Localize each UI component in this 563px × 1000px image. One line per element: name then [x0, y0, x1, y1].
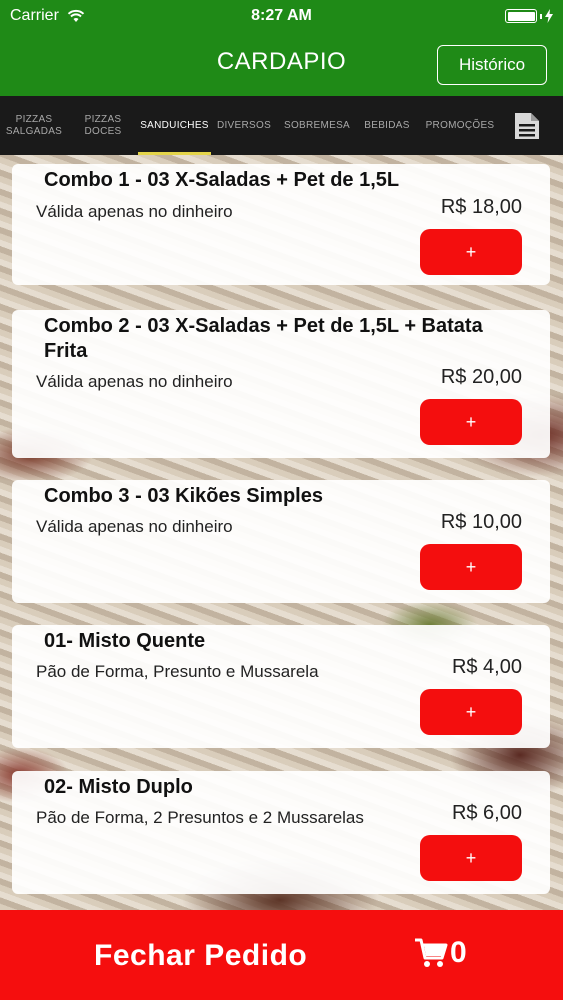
tab-sanduiches[interactable]: SANDUICHES	[138, 96, 211, 155]
product-description: Pão de Forma, 2 Presuntos e 2 Mussarelas	[36, 808, 364, 827]
tab-pizzas-doces[interactable]: PIZZAS DOCES	[68, 96, 138, 155]
product-title: Combo 3 - 03 Kikões Simples	[44, 485, 323, 507]
add-to-cart-button[interactable]: +	[420, 399, 522, 445]
status-bar: Carrier 8:27 AM	[0, 0, 563, 32]
product-card: Combo 2 - 03 X-Saladas + Pet de 1,5L + B…	[12, 310, 550, 458]
product-card: 02- Misto Duplo Pão de Forma, 2 Presunto…	[12, 771, 550, 894]
add-to-cart-button[interactable]: +	[420, 544, 522, 590]
product-description: Válida apenas no dinheiro	[36, 517, 233, 536]
product-price: R$ 20,00	[440, 366, 522, 388]
battery-indicator	[505, 9, 553, 23]
tab-diversos[interactable]: DIVERSOS	[211, 96, 277, 155]
add-to-cart-button[interactable]: +	[420, 835, 522, 881]
product-card: Combo 1 - 03 X-Saladas + Pet de 1,5L Vál…	[12, 164, 550, 285]
product-price: R$ 4,00	[451, 656, 522, 678]
history-button[interactable]: Histórico	[437, 45, 547, 85]
add-to-cart-button[interactable]: +	[420, 229, 522, 275]
tab-bebidas[interactable]: BEBIDAS	[357, 96, 417, 155]
cart-summary[interactable]: 0	[414, 936, 467, 970]
product-description: Válida apenas no dinheiro	[36, 202, 233, 221]
product-title: Combo 1 - 03 X-Saladas + Pet de 1,5L	[44, 169, 400, 191]
cart-icon	[415, 938, 448, 967]
product-description: Válida apenas no dinheiro	[36, 372, 233, 391]
product-price: R$ 18,00	[440, 196, 522, 218]
order-list-button[interactable]	[503, 96, 551, 155]
tab-sobremesa[interactable]: SOBREMESA	[277, 96, 357, 155]
product-price: R$ 6,00	[451, 802, 522, 824]
close-order-bar[interactable]: Fechar Pedido 0	[0, 910, 563, 1000]
product-description: Pão de Forma, Presunto e Mussarela	[36, 662, 319, 681]
document-icon	[515, 112, 539, 139]
product-card: Combo 3 - 03 Kikões Simples Válida apena…	[12, 480, 550, 603]
product-title: Combo 2 - 03 X-Saladas + Pet de 1,5L + B…	[44, 315, 483, 362]
close-order-label: Fechar Pedido	[94, 939, 308, 972]
product-card: 01- Misto Quente Pão de Forma, Presunto …	[12, 625, 550, 748]
wifi-icon	[67, 9, 85, 22]
tab-pizzas-salgadas[interactable]: PIZZAS SALGADAS	[0, 96, 68, 155]
cart-count: 0	[450, 936, 467, 969]
tab-promocoes[interactable]: PROMOÇÕES	[417, 96, 503, 155]
product-title: 02- Misto Duplo	[44, 776, 193, 798]
product-price: R$ 10,00	[440, 511, 522, 533]
add-to-cart-button[interactable]: +	[420, 689, 522, 735]
carrier-info: Carrier	[10, 7, 85, 25]
product-title: 01- Misto Quente	[44, 630, 206, 652]
carrier-label: Carrier	[10, 7, 59, 24]
bolt-icon	[545, 9, 553, 23]
nav-bar: CARDAPIO Histórico	[0, 32, 563, 96]
category-tabs: PIZZAS SALGADAS PIZZAS DOCES SANDUICHES DI…	[0, 96, 563, 155]
battery-icon	[505, 9, 537, 23]
